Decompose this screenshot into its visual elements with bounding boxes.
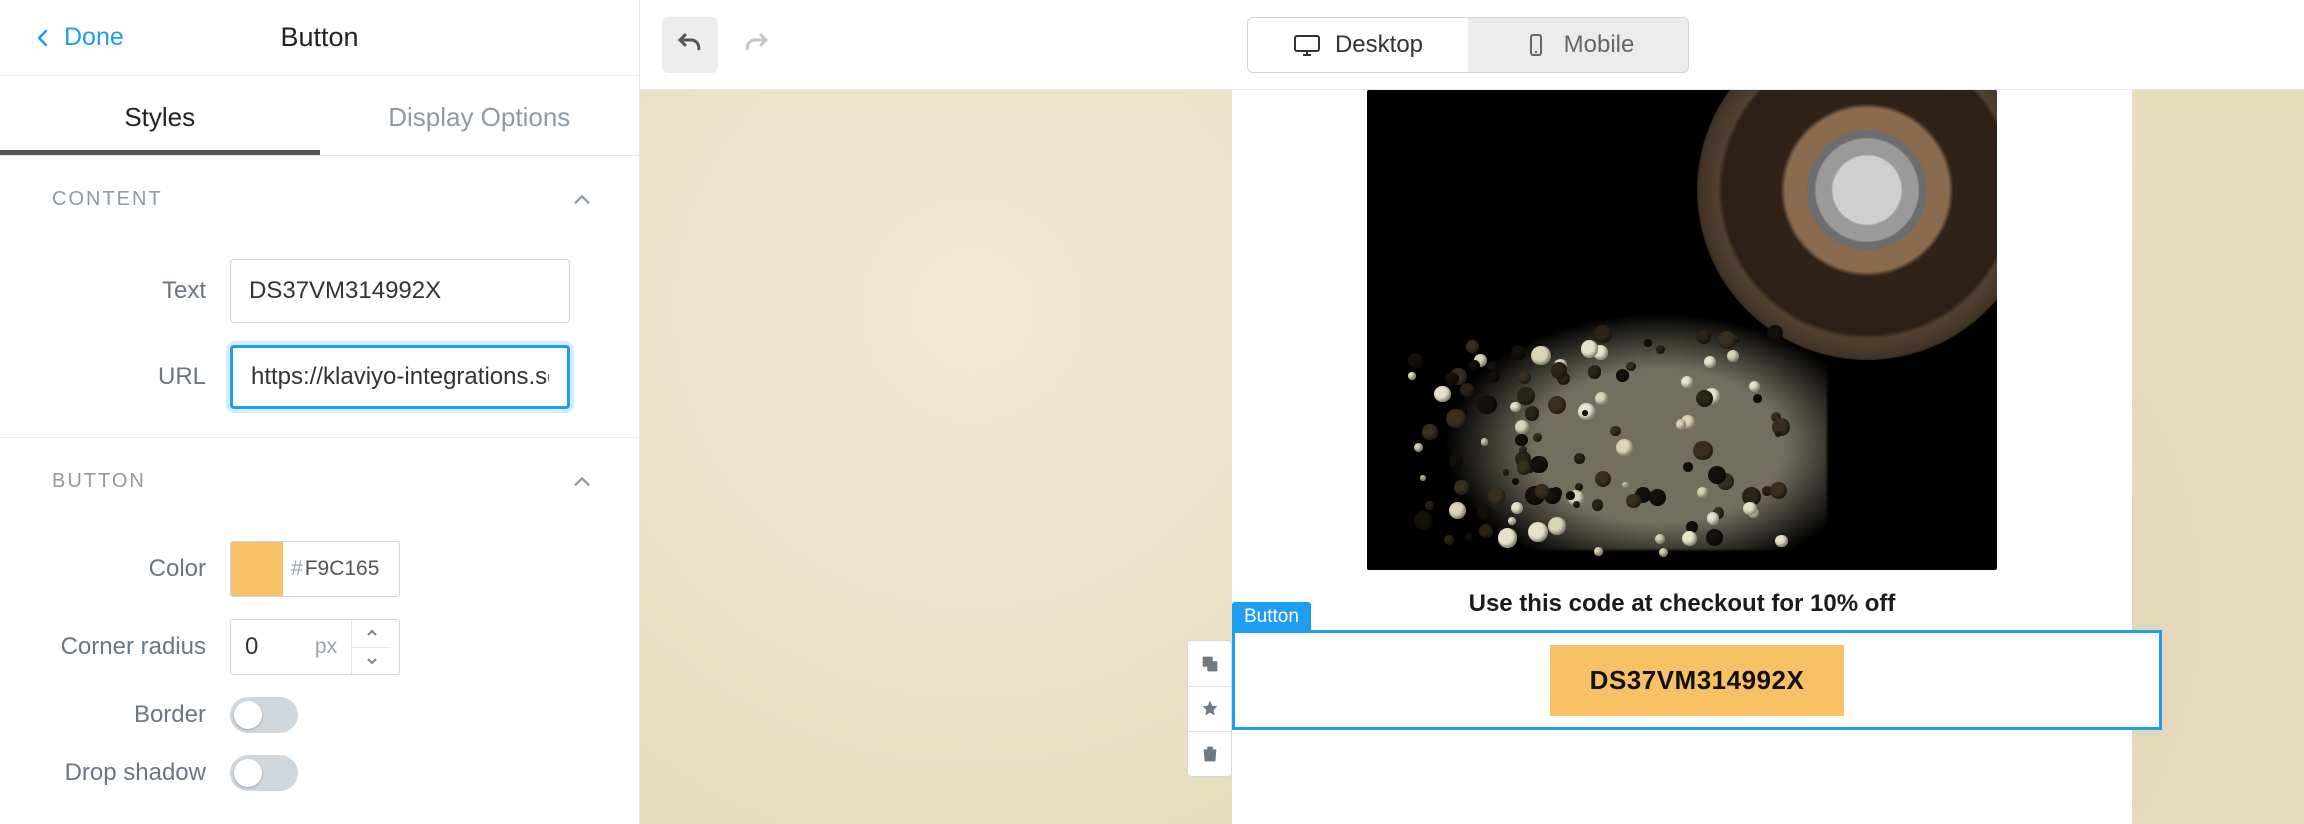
sidebar-title: Button xyxy=(280,22,358,53)
hero-image xyxy=(1367,90,1997,570)
section-button-body: Color #F9C165 Corner radius px Border Dr… xyxy=(0,501,639,819)
trash-icon xyxy=(1199,743,1221,765)
desktop-icon xyxy=(1293,33,1321,57)
drop-shadow-toggle[interactable] xyxy=(230,755,298,791)
redo-icon xyxy=(741,30,771,60)
block-favorite-button[interactable] xyxy=(1188,686,1231,731)
color-input[interactable]: #F9C165 xyxy=(230,541,400,597)
mobile-icon xyxy=(1522,33,1550,57)
block-delete-button[interactable] xyxy=(1188,731,1231,776)
selected-block-frame: DS37VM314992X xyxy=(1232,630,2162,730)
text-field-label: Text xyxy=(0,277,230,305)
selected-block-label: Button xyxy=(1232,602,1311,633)
border-label: Border xyxy=(0,701,230,729)
undo-button[interactable] xyxy=(662,17,718,73)
editor-sidebar: Done Button Styles Display Options CONTE… xyxy=(0,0,640,824)
star-icon xyxy=(1199,698,1221,720)
corner-radius-unit: px xyxy=(301,635,351,659)
selected-block[interactable]: Button DS37VM314992X xyxy=(1232,630,2162,730)
radius-step-down[interactable] xyxy=(352,648,391,675)
button-text-input[interactable] xyxy=(230,259,570,323)
drop-shadow-label: Drop shadow xyxy=(0,759,230,787)
border-toggle[interactable] xyxy=(230,697,298,733)
color-swatch[interactable] xyxy=(231,542,283,596)
sidebar-header: Done Button xyxy=(0,0,639,76)
chevron-up-icon xyxy=(571,189,593,211)
done-button[interactable]: Done xyxy=(32,23,124,52)
promo-code-button[interactable]: DS37VM314992X xyxy=(1550,645,1845,716)
arrow-left-icon xyxy=(32,26,56,50)
caret-down-icon xyxy=(366,656,378,666)
device-mobile[interactable]: Mobile xyxy=(1468,18,1688,72)
button-url-input[interactable] xyxy=(230,345,570,409)
chevron-up-icon xyxy=(571,471,593,493)
tab-display-options[interactable]: Display Options xyxy=(320,76,640,155)
corner-radius-input[interactable]: px xyxy=(230,619,400,675)
corner-radius-value[interactable] xyxy=(231,620,301,674)
corner-radius-label: Corner radius xyxy=(0,633,230,661)
sidebar-tabs: Styles Display Options xyxy=(0,76,639,156)
preview-stage: Use this code at checkout for 10% off Bu… xyxy=(640,90,2304,824)
caret-up-icon xyxy=(366,628,378,638)
section-content-label: CONTENT xyxy=(52,188,163,211)
block-duplicate-button[interactable] xyxy=(1188,641,1231,686)
device-desktop[interactable]: Desktop xyxy=(1248,18,1468,72)
radius-step-up[interactable] xyxy=(352,620,391,648)
color-hex[interactable]: #F9C165 xyxy=(283,557,399,581)
redo-button[interactable] xyxy=(728,17,784,73)
preview-canvas: Desktop Mobile Use this code at checkout… xyxy=(640,0,2304,824)
section-button-header[interactable]: BUTTON xyxy=(0,438,639,501)
section-content-header[interactable]: CONTENT xyxy=(0,156,639,219)
block-toolbar xyxy=(1187,640,1232,777)
done-label: Done xyxy=(64,23,124,52)
duplicate-icon xyxy=(1199,653,1221,675)
undo-icon xyxy=(675,30,705,60)
section-content-body: Text URL xyxy=(0,219,639,438)
canvas-topbar: Desktop Mobile xyxy=(640,0,2304,90)
color-field-label: Color xyxy=(0,555,230,583)
tab-styles[interactable]: Styles xyxy=(0,76,320,155)
device-switch: Desktop Mobile xyxy=(1247,17,1689,73)
promo-caption: Use this code at checkout for 10% off xyxy=(1232,590,2132,618)
section-button-label: BUTTON xyxy=(52,470,146,493)
history-controls xyxy=(662,17,784,73)
url-field-label: URL xyxy=(0,363,230,391)
